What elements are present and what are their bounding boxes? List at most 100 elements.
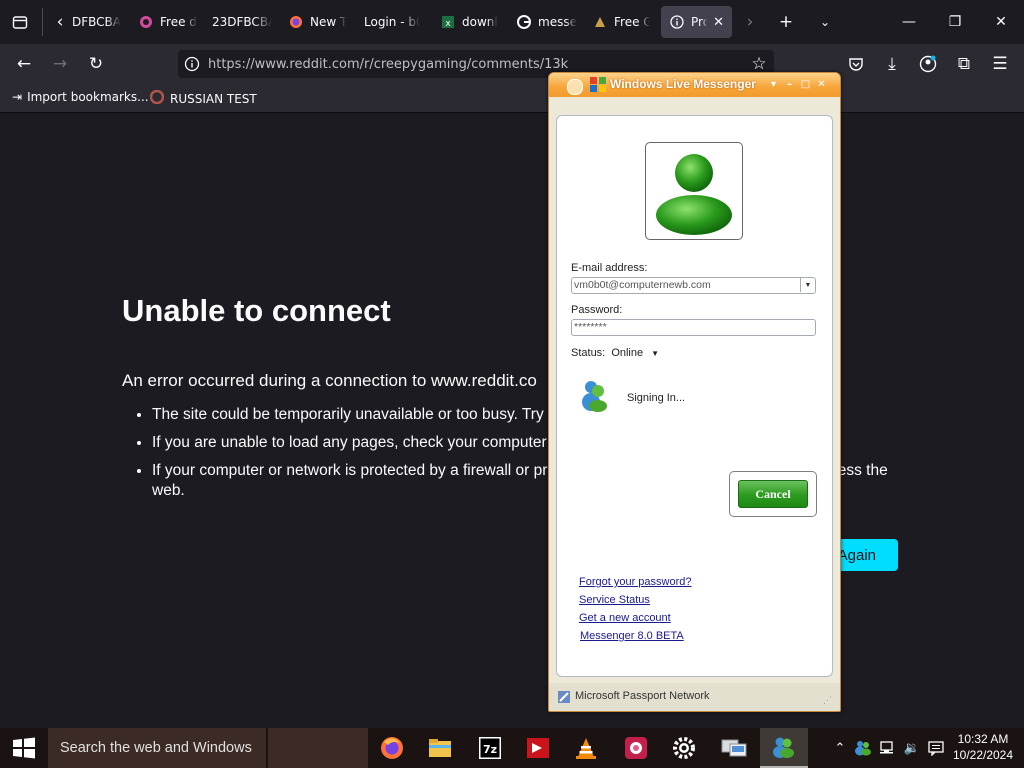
network-app-icon[interactable] xyxy=(710,728,758,768)
tab-overview-icon[interactable] xyxy=(6,8,34,36)
suggestion-wrap: web. xyxy=(152,482,185,499)
taskbar: Search the web and Windows 7z ⌃ 🔉 10:32 … xyxy=(0,728,1024,768)
volume-icon[interactable]: 🔉 xyxy=(902,728,922,768)
site-info-icon[interactable] xyxy=(184,56,200,72)
messenger-dropdown-icon[interactable]: ▾ xyxy=(767,78,780,91)
tab-label: New T xyxy=(310,15,346,29)
tab-label: Free d xyxy=(160,15,197,29)
firefox-taskbar-icon[interactable] xyxy=(368,728,416,768)
minimize-icon[interactable]: — xyxy=(886,0,932,44)
settings-gear-icon[interactable] xyxy=(660,728,708,768)
tab-23dfbcba[interactable]: 23DFBCBA xyxy=(212,6,272,38)
search-box-extension xyxy=(268,728,368,768)
bookmarks-toolbar: ⇥ Import bookmarks... RUSSIAN TEST xyxy=(0,84,1024,113)
bookmark-label: RUSSIAN TEST xyxy=(170,91,257,106)
status-dropdown-icon: ▼ xyxy=(651,349,660,358)
start-button[interactable] xyxy=(0,728,48,768)
clock-time: 10:32 AM xyxy=(957,732,1009,746)
back-arrow-icon[interactable] xyxy=(567,79,583,95)
reload-icon[interactable]: ↻ xyxy=(82,50,110,78)
taskbar-clock[interactable]: 10:32 AM 10/22/2024 xyxy=(948,731,1018,763)
paint-app-icon[interactable] xyxy=(612,728,660,768)
account-icon[interactable] xyxy=(914,50,942,78)
scroll-tabs-left-icon[interactable]: ‹ xyxy=(48,8,72,36)
import-icon: ⇥ xyxy=(12,90,23,104)
extensions-icon[interactable]: ⧉ xyxy=(950,50,978,78)
messenger-tray-icon[interactable] xyxy=(852,728,874,768)
clock-date: 10/22/2024 xyxy=(952,748,1014,762)
tab-label: DFBCBA xyxy=(72,15,121,29)
cancel-button[interactable]: Cancel xyxy=(738,480,808,508)
buddies-icon xyxy=(581,378,609,416)
bookmark-russian-test[interactable]: RUSSIAN TEST xyxy=(149,89,257,107)
tab-label: downl xyxy=(462,15,498,29)
svg-text:7z: 7z xyxy=(483,743,497,756)
password-value: ******** xyxy=(574,321,607,333)
remote-app-icon[interactable] xyxy=(514,728,562,768)
messenger-title-bar[interactable]: Windows Live Messenger ▾ – □ ✕ xyxy=(549,73,840,97)
messenger-title: Windows Live Messenger xyxy=(610,77,756,91)
7zip-icon[interactable]: 7z xyxy=(466,728,514,768)
restore-icon[interactable]: ❐ xyxy=(932,0,978,44)
tab-download[interactable]: x downl xyxy=(440,6,500,38)
error-description: An error occurred during a connection to… xyxy=(122,371,537,390)
forward-icon[interactable]: → xyxy=(46,50,74,78)
messenger-minimize-icon[interactable]: – xyxy=(783,78,796,91)
google-icon xyxy=(516,14,532,30)
windows-logo-icon xyxy=(13,737,35,759)
firefox-icon xyxy=(288,14,304,30)
vlc-icon[interactable] xyxy=(562,728,610,768)
new-tab-icon[interactable]: + xyxy=(772,8,800,36)
email-label: E-mail address: xyxy=(571,262,648,274)
taskbar-search[interactable]: Search the web and Windows xyxy=(48,728,266,768)
tab-login[interactable]: Login - b0 xyxy=(364,6,420,38)
show-hidden-icons-icon[interactable]: ⌃ xyxy=(830,728,850,768)
downloads-icon[interactable]: ⤓ xyxy=(878,50,906,78)
tab-free-g[interactable]: Free G xyxy=(592,6,650,38)
network-tray-icon[interactable] xyxy=(876,728,900,768)
close-window-icon[interactable]: ✕ xyxy=(978,0,1024,44)
passport-network-label: Microsoft Passport Network xyxy=(575,690,710,702)
bookmark-import[interactable]: ⇥ Import bookmarks... xyxy=(12,90,149,104)
tab-problem-loading[interactable]: Pro ✕ xyxy=(661,6,732,38)
forgot-password-link[interactable]: Forgot your password? xyxy=(579,576,692,588)
messenger-maximize-icon[interactable]: □ xyxy=(799,78,812,91)
back-icon[interactable]: ← xyxy=(10,50,38,78)
password-field[interactable]: ******** xyxy=(571,319,816,336)
svg-text:x: x xyxy=(445,19,451,29)
new-account-link[interactable]: Get a new account xyxy=(579,612,671,624)
tab-dfbcba[interactable]: DFBCBA xyxy=(72,6,124,38)
email-value: vm0b0t@computernewb.com xyxy=(574,279,711,291)
suggestion-text: If your computer or network is protected… xyxy=(152,462,557,479)
close-tab-icon[interactable]: ✕ xyxy=(713,15,724,30)
search-placeholder: Search the web and Windows xyxy=(60,740,252,756)
status-selector[interactable]: Status: Online ▼ xyxy=(571,347,659,359)
scroll-tabs-right-icon[interactable]: › xyxy=(736,8,764,36)
service-status-link[interactable]: Service Status xyxy=(579,594,650,606)
tab-messenger[interactable]: messe xyxy=(516,6,578,38)
pocket-icon[interactable] xyxy=(842,50,870,78)
messenger-close-icon[interactable]: ✕ xyxy=(815,78,828,91)
messenger-footer: Microsoft Passport Network ⋰ xyxy=(549,683,840,711)
messenger-taskbar-icon[interactable] xyxy=(760,728,808,768)
bookmark-label: Import bookmarks... xyxy=(27,90,149,104)
info-icon xyxy=(669,14,685,30)
list-all-tabs-icon[interactable]: ⌄ xyxy=(811,8,839,36)
action-center-icon[interactable] xyxy=(924,728,948,768)
file-explorer-icon[interactable] xyxy=(416,728,464,768)
tab-new-t[interactable]: New T xyxy=(288,6,346,38)
menu-icon[interactable]: ☰ xyxy=(986,50,1014,78)
messenger-window: Windows Live Messenger ▾ – □ ✕ E-mail ad… xyxy=(548,72,841,712)
avatar[interactable] xyxy=(645,142,743,240)
sign-in-panel: E-mail address: vm0b0t@computernewb.com … xyxy=(556,115,833,677)
signing-in-status: Signing In... xyxy=(627,392,686,404)
passport-icon xyxy=(557,690,571,707)
resize-grip-icon[interactable]: ⋰ xyxy=(823,695,832,706)
excel-icon: x xyxy=(440,14,456,30)
game-icon xyxy=(592,14,608,30)
tab-free-d[interactable]: Free d xyxy=(138,6,198,38)
tab-strip: ‹ DFBCBA Free d 23DFBCBA New T Login - b… xyxy=(0,0,1024,44)
chevron-down-icon[interactable]: ▼ xyxy=(800,278,815,292)
messenger-beta-link[interactable]: Messenger 8.0 BETA xyxy=(580,630,684,642)
email-field[interactable]: vm0b0t@computernewb.com ▼ xyxy=(571,277,816,294)
